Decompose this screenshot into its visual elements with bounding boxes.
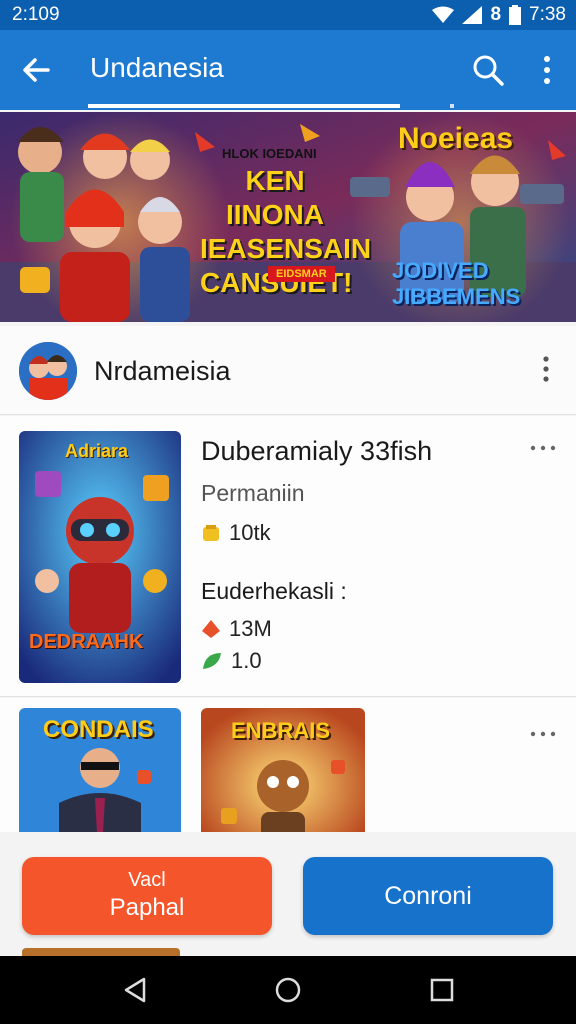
downloads-row: 13M	[201, 616, 272, 642]
more-horiz-icon[interactable]	[528, 442, 558, 454]
version-row: 1.0	[201, 648, 262, 674]
game-cover[interactable]: Adriara DEDRAAHK	[19, 431, 181, 683]
related-game-thumb[interactable]: CONDAIS	[19, 708, 181, 832]
featured-banner[interactable]: HLOK IOEDANI KEN IINONA IEASENSAIN CANSU…	[0, 112, 576, 322]
version-value: 1.0	[231, 648, 262, 673]
rating-value: 10tk	[229, 520, 271, 545]
banner-logo-top: Noeieas	[398, 122, 514, 155]
thumb-title: CONDAIS	[43, 716, 154, 743]
thumb-title: ENBRAIS	[231, 718, 331, 743]
status-right-time: 7:38	[529, 4, 566, 25]
page-title: Undanesia	[90, 52, 224, 83]
nav-home-icon[interactable]	[272, 974, 304, 1006]
leaf-icon	[203, 653, 221, 669]
status-bar: 2:109 8 7:38	[0, 0, 576, 30]
avatar	[19, 342, 77, 400]
secondary-action-button[interactable]: Conroni	[303, 857, 553, 935]
cover-title: Adriara	[65, 441, 129, 461]
game-title: Duberamialy 33fish	[201, 436, 433, 466]
primary-button-line1: Vacl	[128, 869, 166, 891]
system-nav-bar	[0, 956, 576, 1024]
coin-icon	[203, 525, 219, 541]
next-card-peek	[22, 948, 180, 956]
nav-recent-icon[interactable]	[426, 974, 458, 1006]
primary-action-button[interactable]: Vacl Paphal	[22, 857, 272, 935]
game-card[interactable]: Adriara DEDRAAHK Duberamialy 33fish Perm…	[0, 416, 576, 697]
rating-row: 10tk	[201, 520, 271, 546]
cover-bottom-title: DEDRAAHK	[29, 631, 144, 653]
more-vert-icon[interactable]	[538, 354, 554, 384]
more-horiz-icon[interactable]	[528, 728, 558, 740]
app-bar: Undanesia	[0, 30, 576, 110]
game-subtitle: Permaniin	[201, 480, 305, 506]
fire-icon	[202, 620, 220, 638]
related-game-thumb[interactable]: ENBRAIS	[201, 708, 365, 832]
status-time: 2:109	[12, 4, 60, 25]
more-vert-icon[interactable]	[532, 52, 562, 88]
battery-icon	[509, 5, 522, 25]
title-underline	[88, 104, 400, 108]
nav-back-icon[interactable]	[120, 974, 152, 1006]
search-icon[interactable]	[470, 52, 506, 88]
status-icons: 8 7:38	[432, 4, 566, 26]
wifi-icon	[432, 6, 455, 23]
publisher-name: Nrdameisia	[94, 356, 231, 386]
arrow-left-icon[interactable]	[18, 52, 54, 88]
section-label: Euderhekasli :	[201, 578, 347, 604]
tab-indicator-dot	[450, 104, 454, 108]
primary-button-line2: Paphal	[109, 894, 185, 921]
banner-kicker: HLOK IOEDANI	[222, 146, 317, 161]
banner-logo-bottom: JODIVED JIBBEMENS	[392, 258, 521, 309]
signal-icon	[462, 6, 483, 24]
banner-badge: EIDSMAR	[268, 266, 335, 282]
downloads-value: 13M	[229, 616, 272, 641]
publisher-row[interactable]: Nrdameisia	[0, 326, 576, 415]
status-glyph: 8	[490, 4, 502, 25]
related-games-row: CONDAIS ENBRAIS	[0, 698, 576, 832]
action-panel: Vacl Paphal Conroni	[0, 832, 576, 956]
